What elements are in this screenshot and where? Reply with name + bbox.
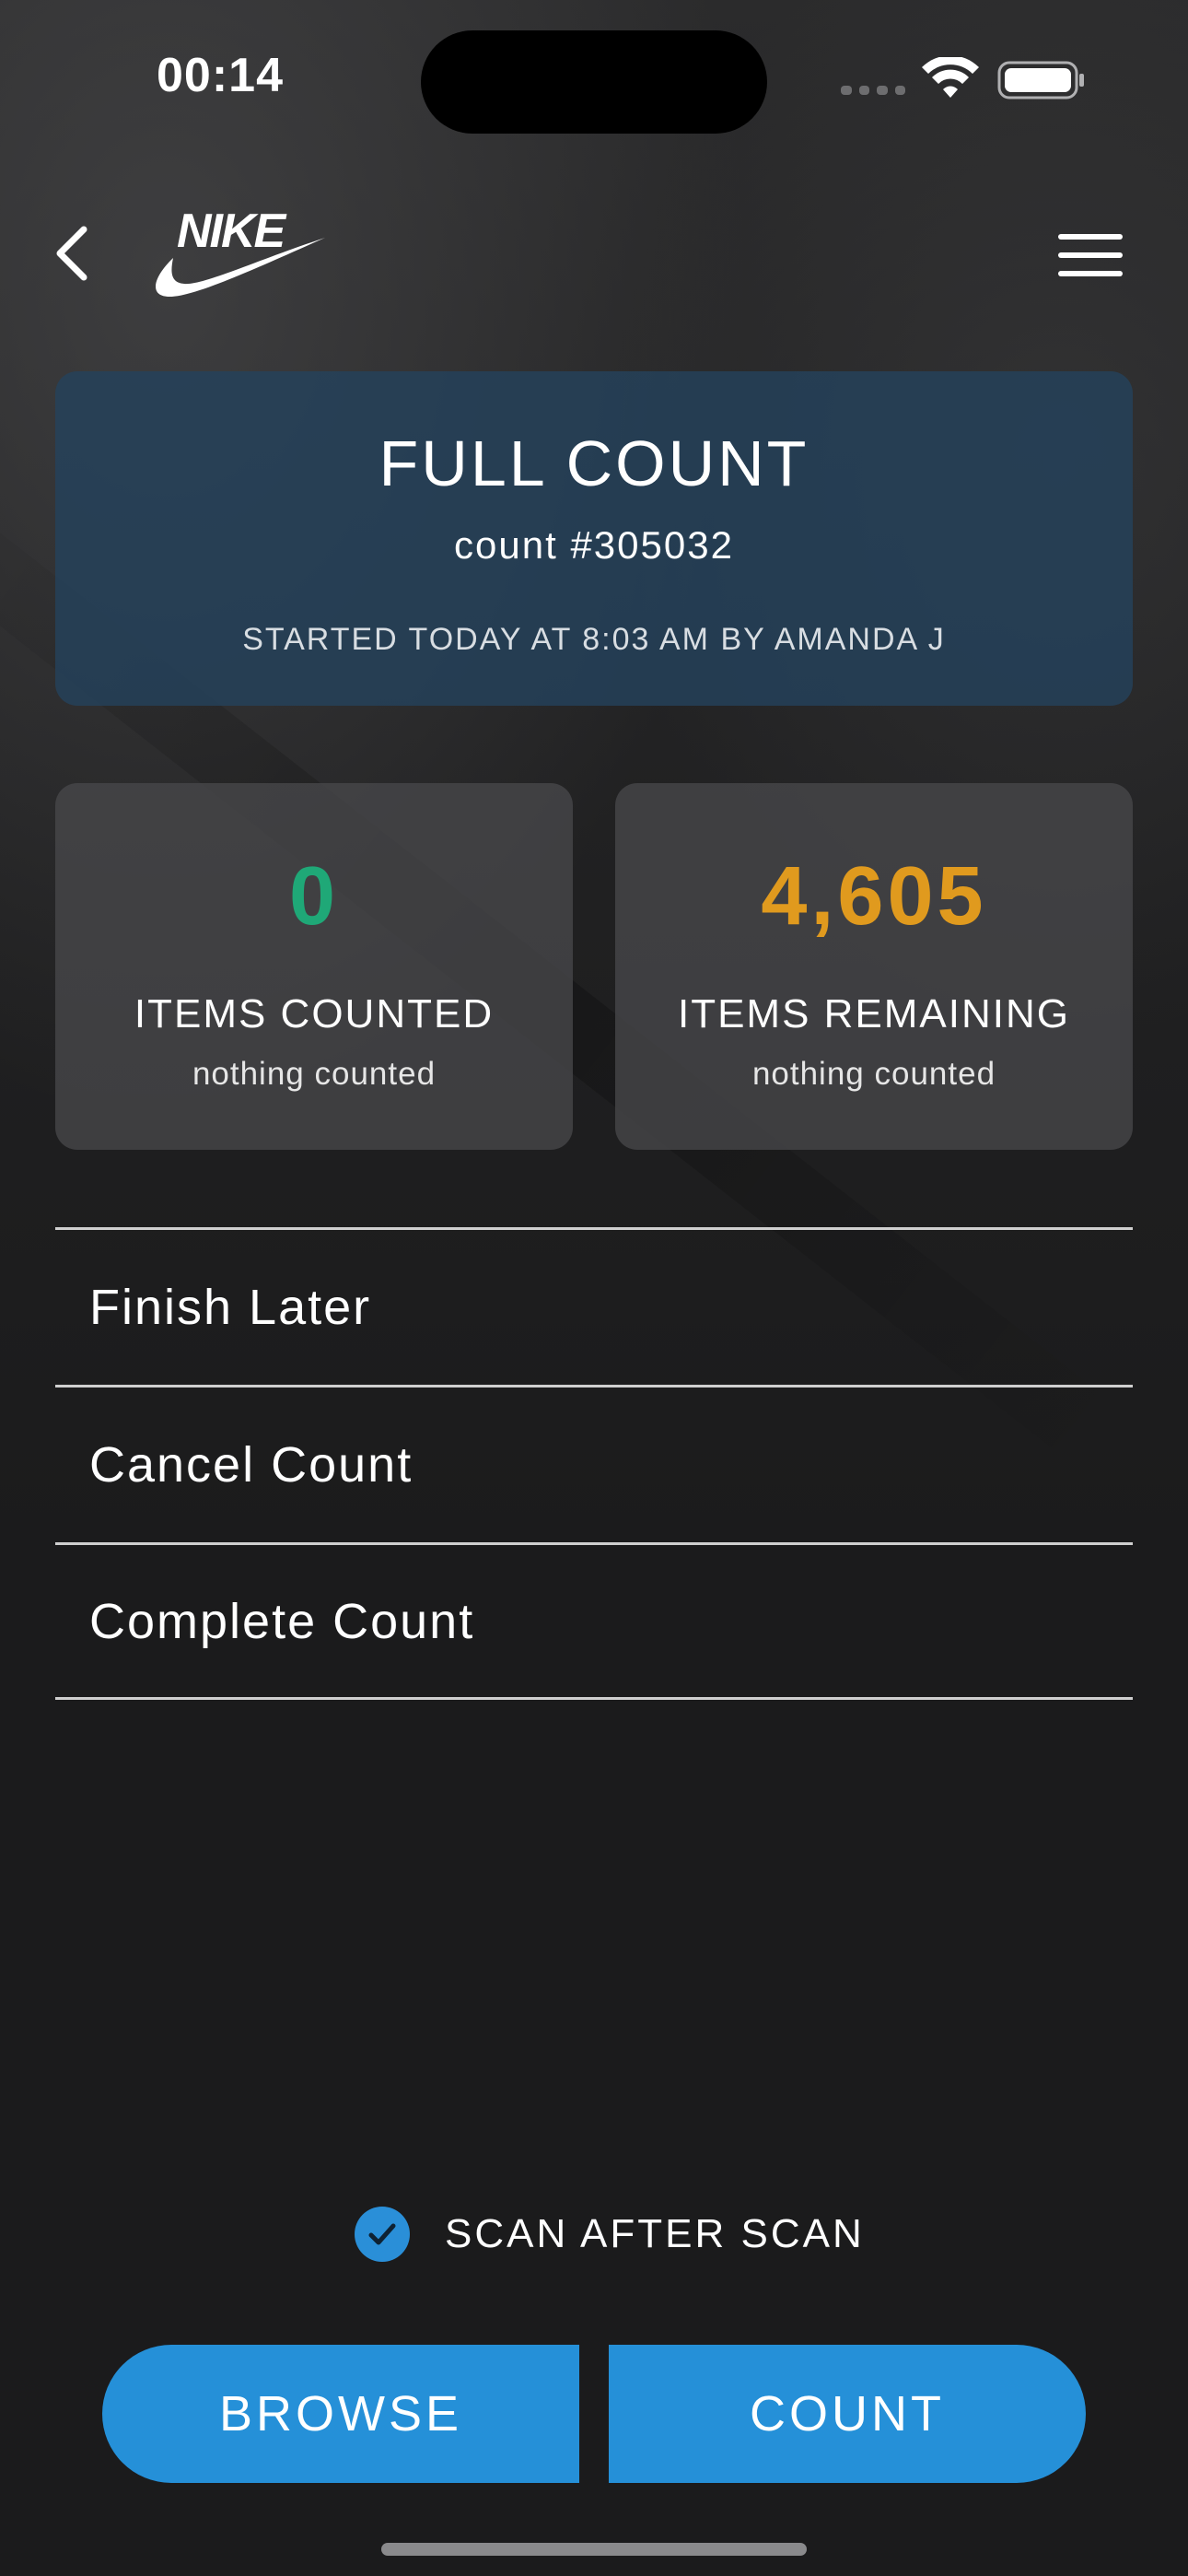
count-button[interactable]: COUNT — [609, 2345, 1086, 2483]
back-chevron-icon[interactable] — [51, 226, 97, 281]
hamburger-menu-icon[interactable] — [1058, 232, 1123, 278]
count-title: FULL COUNT — [379, 427, 809, 499]
dynamic-island — [421, 30, 767, 134]
scan-after-scan-toggle[interactable]: SCAN AFTER SCAN — [355, 2207, 865, 2262]
items-remaining-value: 4,605 — [761, 850, 987, 943]
status-time: 00:14 — [157, 49, 284, 102]
items-counted-card: 0 ITEMS COUNTED nothing counted — [55, 783, 573, 1150]
battery-icon — [997, 61, 1084, 100]
items-remaining-label: ITEMS REMAINING — [677, 991, 1071, 1036]
cancel-count-action[interactable]: Cancel Count — [55, 1385, 1133, 1542]
items-remaining-note: nothing counted — [751, 1056, 996, 1092]
nike-logo: NIKE — [156, 205, 325, 297]
browse-button[interactable]: BROWSE — [102, 2345, 579, 2483]
scan-after-scan-label: SCAN AFTER SCAN — [445, 2211, 865, 2256]
svg-text:NIKE: NIKE — [177, 205, 287, 258]
wifi-icon — [922, 57, 979, 98]
cellular-signal-icon — [841, 86, 905, 97]
checkmark-icon — [368, 2223, 396, 2245]
items-counted-note: nothing counted — [192, 1056, 437, 1092]
count-id: count #305032 — [454, 523, 734, 567]
items-remaining-card: 4,605 ITEMS REMAINING nothing counted — [615, 783, 1133, 1150]
scan-after-scan-checkbox[interactable] — [355, 2207, 410, 2262]
count-actions-list: Finish Later Cancel Count Complete Count — [55, 1227, 1133, 1700]
items-counted-label: ITEMS COUNTED — [134, 991, 495, 1036]
count-header-card: FULL COUNT count #305032 STARTED TODAY A… — [55, 371, 1133, 706]
complete-count-action[interactable]: Complete Count — [55, 1542, 1133, 1700]
finish-later-action[interactable]: Finish Later — [55, 1227, 1133, 1385]
items-counted-value: 0 — [288, 850, 340, 943]
count-started-info: STARTED TODAY AT 8:03 AM BY AMANDA J — [242, 622, 946, 657]
home-indicator[interactable] — [381, 2543, 807, 2556]
